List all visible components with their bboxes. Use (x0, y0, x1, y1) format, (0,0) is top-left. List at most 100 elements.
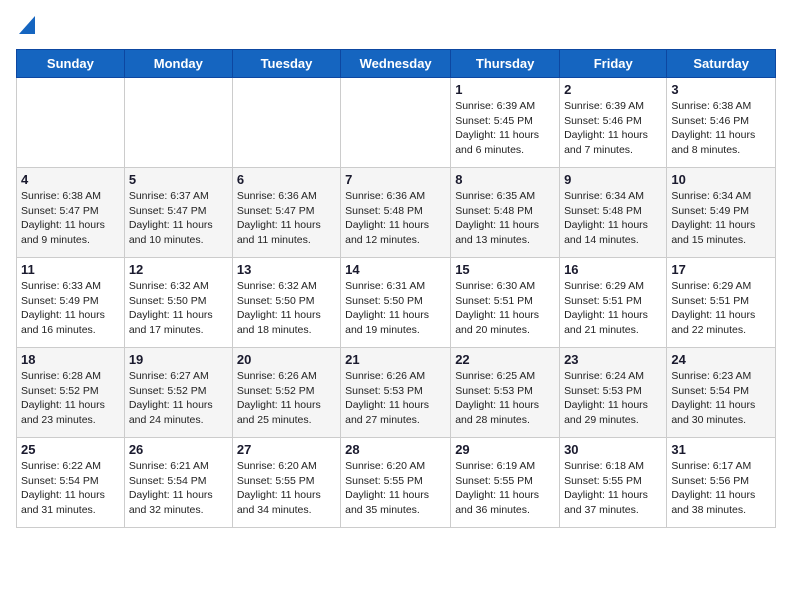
day-number: 25 (21, 442, 120, 457)
calendar-header-wednesday: Wednesday (341, 50, 451, 78)
calendar-cell: 23 Sunrise: 6:24 AMSunset: 5:53 PMDayligh… (560, 348, 667, 438)
day-info: Sunrise: 6:32 AMSunset: 5:50 PMDaylight:… (237, 279, 336, 338)
day-info: Sunrise: 6:27 AMSunset: 5:52 PMDaylight:… (129, 369, 228, 428)
calendar-cell: 15 Sunrise: 6:30 AMSunset: 5:51 PMDayligh… (451, 258, 560, 348)
day-info: Sunrise: 6:38 AMSunset: 5:46 PMDaylight:… (671, 99, 771, 158)
day-number: 19 (129, 352, 228, 367)
calendar-cell: 19 Sunrise: 6:27 AMSunset: 5:52 PMDayligh… (124, 348, 232, 438)
day-info: Sunrise: 6:25 AMSunset: 5:53 PMDaylight:… (455, 369, 555, 428)
calendar-table: SundayMondayTuesdayWednesdayThursdayFrid… (16, 49, 776, 528)
calendar-header-friday: Friday (560, 50, 667, 78)
calendar-cell: 12 Sunrise: 6:32 AMSunset: 5:50 PMDayligh… (124, 258, 232, 348)
day-info: Sunrise: 6:18 AMSunset: 5:55 PMDaylight:… (564, 459, 662, 518)
day-info: Sunrise: 6:32 AMSunset: 5:50 PMDaylight:… (129, 279, 228, 338)
day-number: 21 (345, 352, 446, 367)
day-info: Sunrise: 6:26 AMSunset: 5:53 PMDaylight:… (345, 369, 446, 428)
day-number: 9 (564, 172, 662, 187)
calendar-cell: 26 Sunrise: 6:21 AMSunset: 5:54 PMDayligh… (124, 438, 232, 528)
day-number: 12 (129, 262, 228, 277)
day-number: 24 (671, 352, 771, 367)
calendar-cell: 14 Sunrise: 6:31 AMSunset: 5:50 PMDayligh… (341, 258, 451, 348)
calendar-cell: 17 Sunrise: 6:29 AMSunset: 5:51 PMDayligh… (667, 258, 776, 348)
day-number: 27 (237, 442, 336, 457)
calendar-cell: 1 Sunrise: 6:39 AMSunset: 5:45 PMDaylight… (451, 78, 560, 168)
day-number: 31 (671, 442, 771, 457)
day-number: 8 (455, 172, 555, 187)
day-number: 11 (21, 262, 120, 277)
calendar-cell: 18 Sunrise: 6:28 AMSunset: 5:52 PMDayligh… (17, 348, 125, 438)
day-info: Sunrise: 6:19 AMSunset: 5:55 PMDaylight:… (455, 459, 555, 518)
day-number: 30 (564, 442, 662, 457)
calendar-header-thursday: Thursday (451, 50, 560, 78)
logo (16, 16, 35, 39)
day-info: Sunrise: 6:36 AMSunset: 5:47 PMDaylight:… (237, 189, 336, 248)
calendar-cell: 28Sunrise: 6:20 AMSunset: 5:55 PMDayligh… (341, 438, 451, 528)
calendar-week-row: 1 Sunrise: 6:39 AMSunset: 5:45 PMDaylight… (17, 78, 776, 168)
day-number: 7 (345, 172, 446, 187)
day-info: Sunrise: 6:17 AMSunset: 5:56 PMDaylight:… (671, 459, 771, 518)
calendar-header-saturday: Saturday (667, 50, 776, 78)
day-number: 23 (564, 352, 662, 367)
calendar-cell (17, 78, 125, 168)
logo-icon (19, 16, 35, 34)
day-info: Sunrise: 6:37 AMSunset: 5:47 PMDaylight:… (129, 189, 228, 248)
day-info: Sunrise: 6:36 AMSunset: 5:48 PMDaylight:… (345, 189, 446, 248)
calendar-cell: 27Sunrise: 6:20 AMSunset: 5:55 PMDayligh… (232, 438, 340, 528)
day-info: Sunrise: 6:34 AMSunset: 5:48 PMDaylight:… (564, 189, 662, 248)
day-number: 4 (21, 172, 120, 187)
day-number: 17 (671, 262, 771, 277)
day-info: Sunrise: 6:20 AMSunset: 5:55 PMDaylight:… (345, 459, 446, 518)
calendar-cell: 31 Sunrise: 6:17 AMSunset: 5:56 PMDayligh… (667, 438, 776, 528)
day-info: Sunrise: 6:28 AMSunset: 5:52 PMDaylight:… (21, 369, 120, 428)
calendar-cell: 8 Sunrise: 6:35 AMSunset: 5:48 PMDaylight… (451, 168, 560, 258)
day-info: Sunrise: 6:31 AMSunset: 5:50 PMDaylight:… (345, 279, 446, 338)
day-info: Sunrise: 6:30 AMSunset: 5:51 PMDaylight:… (455, 279, 555, 338)
day-info: Sunrise: 6:21 AMSunset: 5:54 PMDaylight:… (129, 459, 228, 518)
calendar-cell: 25 Sunrise: 6:22 AMSunset: 5:54 PMDayligh… (17, 438, 125, 528)
calendar-cell: 13Sunrise: 6:32 AMSunset: 5:50 PMDayligh… (232, 258, 340, 348)
calendar-header-row: SundayMondayTuesdayWednesdayThursdayFrid… (17, 50, 776, 78)
day-info: Sunrise: 6:34 AMSunset: 5:49 PMDaylight:… (671, 189, 771, 248)
calendar-cell: 20 Sunrise: 6:26 AMSunset: 5:52 PMDayligh… (232, 348, 340, 438)
day-info: Sunrise: 6:39 AMSunset: 5:45 PMDaylight:… (455, 99, 555, 158)
calendar-cell: 3 Sunrise: 6:38 AMSunset: 5:46 PMDaylight… (667, 78, 776, 168)
calendar-week-row: 4 Sunrise: 6:38 AMSunset: 5:47 PMDaylight… (17, 168, 776, 258)
day-number: 1 (455, 82, 555, 97)
day-number: 15 (455, 262, 555, 277)
page-header (16, 16, 776, 39)
calendar-header-monday: Monday (124, 50, 232, 78)
calendar-cell: 4 Sunrise: 6:38 AMSunset: 5:47 PMDaylight… (17, 168, 125, 258)
calendar-cell (341, 78, 451, 168)
day-number: 16 (564, 262, 662, 277)
day-number: 3 (671, 82, 771, 97)
day-info: Sunrise: 6:26 AMSunset: 5:52 PMDaylight:… (237, 369, 336, 428)
calendar-cell (232, 78, 340, 168)
day-number: 6 (237, 172, 336, 187)
day-number: 29 (455, 442, 555, 457)
day-info: Sunrise: 6:38 AMSunset: 5:47 PMDaylight:… (21, 189, 120, 248)
day-info: Sunrise: 6:39 AMSunset: 5:46 PMDaylight:… (564, 99, 662, 158)
day-number: 26 (129, 442, 228, 457)
calendar-cell: 21 Sunrise: 6:26 AMSunset: 5:53 PMDayligh… (341, 348, 451, 438)
day-info: Sunrise: 6:33 AMSunset: 5:49 PMDaylight:… (21, 279, 120, 338)
day-number: 22 (455, 352, 555, 367)
calendar-cell: 5 Sunrise: 6:37 AMSunset: 5:47 PMDaylight… (124, 168, 232, 258)
calendar-cell: 22 Sunrise: 6:25 AMSunset: 5:53 PMDayligh… (451, 348, 560, 438)
day-info: Sunrise: 6:29 AMSunset: 5:51 PMDaylight:… (671, 279, 771, 338)
day-info: Sunrise: 6:24 AMSunset: 5:53 PMDaylight:… (564, 369, 662, 428)
calendar-cell: 29 Sunrise: 6:19 AMSunset: 5:55 PMDayligh… (451, 438, 560, 528)
calendar-cell: 2Sunrise: 6:39 AMSunset: 5:46 PMDaylight… (560, 78, 667, 168)
day-number: 20 (237, 352, 336, 367)
day-info: Sunrise: 6:35 AMSunset: 5:48 PMDaylight:… (455, 189, 555, 248)
day-number: 18 (21, 352, 120, 367)
day-number: 14 (345, 262, 446, 277)
calendar-week-row: 18 Sunrise: 6:28 AMSunset: 5:52 PMDayligh… (17, 348, 776, 438)
calendar-week-row: 11 Sunrise: 6:33 AMSunset: 5:49 PMDayligh… (17, 258, 776, 348)
day-info: Sunrise: 6:22 AMSunset: 5:54 PMDaylight:… (21, 459, 120, 518)
day-number: 5 (129, 172, 228, 187)
calendar-cell: 10Sunrise: 6:34 AMSunset: 5:49 PMDayligh… (667, 168, 776, 258)
calendar-cell: 30 Sunrise: 6:18 AMSunset: 5:55 PMDayligh… (560, 438, 667, 528)
calendar-cell (124, 78, 232, 168)
calendar-cell: 11 Sunrise: 6:33 AMSunset: 5:49 PMDayligh… (17, 258, 125, 348)
calendar-week-row: 25 Sunrise: 6:22 AMSunset: 5:54 PMDayligh… (17, 438, 776, 528)
